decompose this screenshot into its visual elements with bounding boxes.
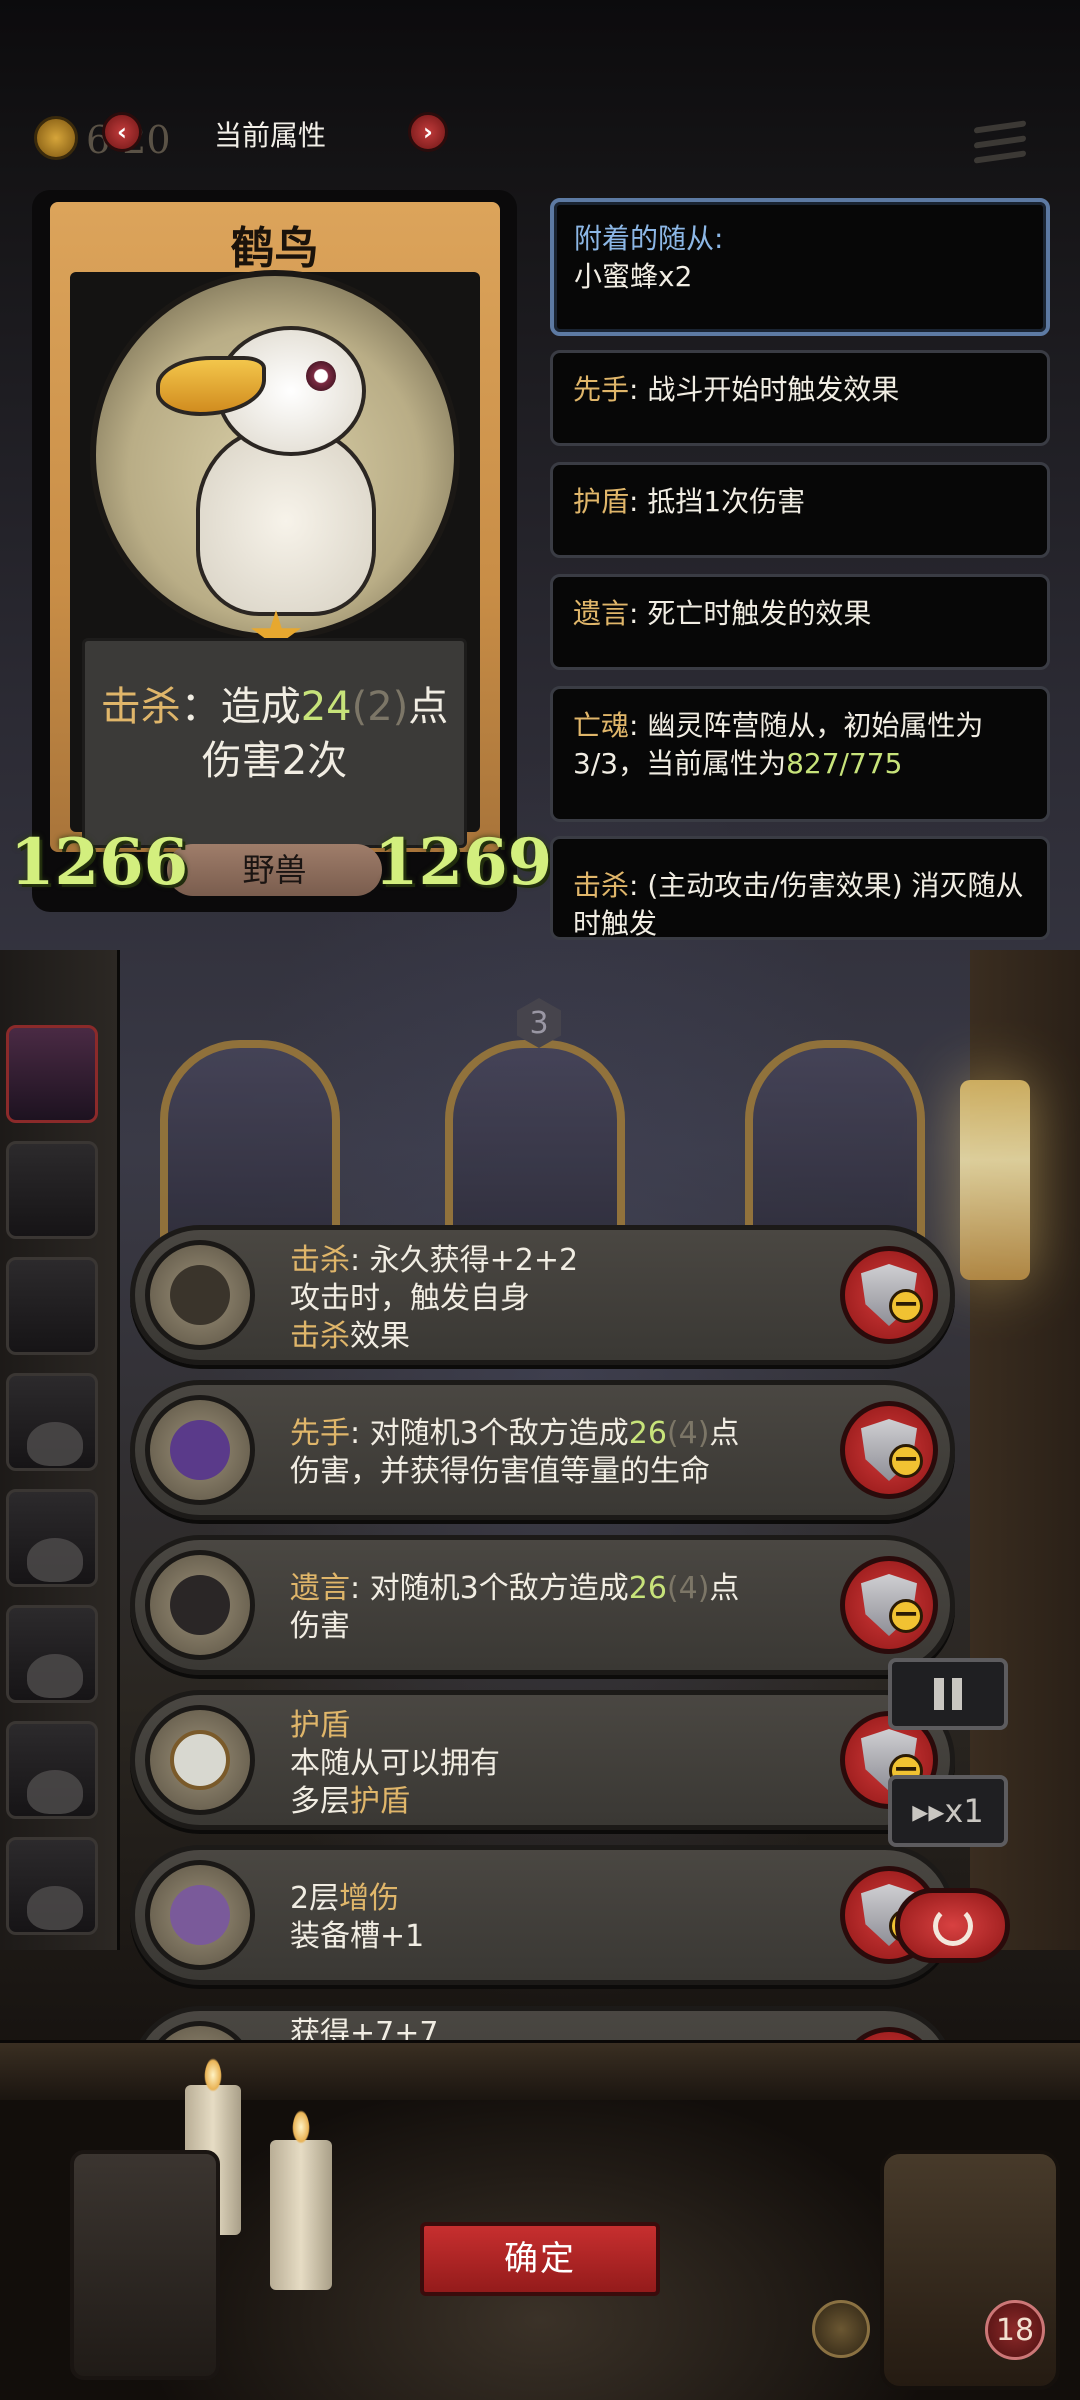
speed-button[interactable]: ▸▸ x1 [888, 1775, 1008, 1847]
enemy-roster [6, 1025, 104, 1953]
keyword-first-strike-panel: 先手: 战斗开始时触发效果 [550, 350, 1050, 446]
minion-description: 击杀：造成24(2)点 伤害2次 [100, 684, 449, 784]
bomb-icon [145, 1550, 255, 1660]
health-heart-badge: 18 [985, 2300, 1045, 2360]
remove-enchantment-button[interactable]: − [840, 1401, 938, 1499]
minion-name: 鹤鸟 [230, 223, 319, 274]
enchantment-row-deathrattle[interactable]: 遗言: 对随机3个敌方造成26(4)点 伤害 − [130, 1535, 955, 1675]
skull-icon [27, 1654, 83, 1698]
skull-icon [27, 1538, 83, 1582]
roster-slot-dead[interactable] [6, 1373, 98, 1471]
fast-forward-icon: ▸▸ [912, 1792, 945, 1830]
tribe-label: 野兽 [167, 844, 382, 896]
player-portrait-left [70, 2150, 220, 2380]
bell-icon[interactable] [812, 2300, 870, 2358]
speed-label: x1 [944, 1792, 984, 1830]
skull-icon [27, 1422, 83, 1466]
remove-enchantment-button[interactable]: − [840, 1246, 938, 1344]
minus-icon: − [889, 1597, 923, 1633]
candle [270, 2140, 332, 2290]
health-stat: 1269 [374, 825, 553, 900]
enchantment-row-kill[interactable]: 击杀: 永久获得+2+2 攻击时，触发自身 击杀效果 − [130, 1225, 955, 1365]
roster-slot-dead[interactable] [6, 1605, 98, 1703]
skull-icon [27, 1770, 83, 1814]
crane-portrait [90, 270, 460, 640]
attached-minions-panel: 附着的随从: 小蜜蜂x2 [550, 198, 1050, 336]
coin-icon [34, 116, 78, 160]
dagger-icon [145, 1395, 255, 1505]
shelf [0, 2040, 1080, 2100]
skull-icon [27, 1886, 83, 1930]
enchantment-row-shield[interactable]: 护盾 本随从可以拥有 多层护盾 − [130, 1690, 955, 1830]
keyword-ghost-panel: 亡魂: 幽灵阵营随从，初始属性为3/3，当前属性为827/775 [550, 686, 1050, 822]
enchantment-row-damage-boost[interactable]: 2层增伤 装备槽+1 − [130, 1845, 955, 1985]
enchantment-row-first-strike[interactable]: 先手: 对随机3个敌方造成26(4)点 伤害，并获得伤害值等量的生命 − [130, 1380, 955, 1520]
roster-slot-dead[interactable] [6, 1837, 98, 1935]
minion-card: 鹤鸟 击杀：造成24(2)点 伤害2次 野兽 1266 1269 [10, 190, 552, 912]
boot-icon [145, 1860, 255, 1970]
scythe-icon [145, 1240, 255, 1350]
remove-enchantment-button[interactable]: − [840, 1556, 938, 1654]
roster-slot[interactable] [6, 1257, 98, 1355]
roster-slot[interactable] [6, 1141, 98, 1239]
roster-slot-dead[interactable] [6, 1489, 98, 1587]
pause-button[interactable] [888, 1658, 1008, 1730]
menu-icon[interactable] [974, 120, 1026, 170]
attack-stat: 1266 [10, 825, 189, 900]
power-icon [932, 1905, 973, 1946]
pause-icon [934, 1678, 962, 1710]
mirror-icon [145, 1705, 255, 1815]
keyword-shield-panel: 护盾: 抵挡1次伤害 [550, 462, 1050, 558]
minus-icon: − [889, 1442, 923, 1478]
keyword-deathrattle-panel: 遗言: 死亡时触发的效果 [550, 574, 1050, 670]
power-button[interactable] [895, 1888, 1010, 1963]
roster-slot-active[interactable] [6, 1025, 98, 1123]
roster-slot-dead[interactable] [6, 1721, 98, 1819]
lamp-decoration [960, 1080, 1030, 1280]
minus-icon: − [889, 1287, 923, 1323]
prev-arrow-button[interactable]: ‹ [102, 112, 142, 152]
next-arrow-button[interactable]: › [408, 112, 448, 152]
page-title: 当前属性 [214, 119, 327, 152]
keyword-kill-panel: 击杀: (主动攻击/伤害效果) 消灭随从时触发 [550, 836, 1050, 940]
confirm-button[interactable]: 确定 [420, 2222, 660, 2296]
